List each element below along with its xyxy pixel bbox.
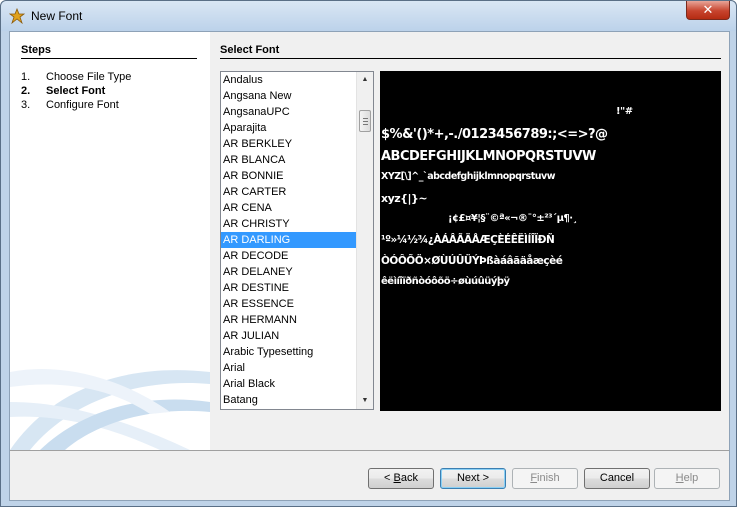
font-list-item[interactable]: Angsana New <box>221 88 373 104</box>
scroll-thumb[interactable] <box>359 110 371 132</box>
back-button[interactable]: < Back <box>368 468 434 489</box>
font-list-item[interactable]: AR DESTINE <box>221 280 373 296</box>
title-bar[interactable]: New Font ✕ <box>1 1 736 31</box>
grip-line <box>363 118 368 119</box>
font-list-item[interactable]: AR JULIAN <box>221 328 373 344</box>
back-prefix: < <box>384 472 394 484</box>
font-list-item[interactable]: AR DECODE <box>221 248 373 264</box>
step-configure-font: 3. Configure Font <box>21 99 119 111</box>
help-mnemonic: H <box>675 472 684 484</box>
font-listbox[interactable]: Andalus Angsana New AngsanaUPC Aparajita AR … <box>220 71 374 410</box>
cancel-button[interactable]: Cancel <box>584 468 650 489</box>
dialog-client-area: Steps 1. Choose File Type 2. Select Font 3… <box>9 31 730 501</box>
step-label: Select Font <box>46 85 106 97</box>
help-rest: elp <box>683 472 699 484</box>
font-list-item[interactable]: AngsanaUPC <box>221 104 373 120</box>
font-list-scrollbar[interactable]: ▲ ▼ <box>356 72 373 409</box>
heading-divider <box>220 58 721 59</box>
font-list-item[interactable]: AR CENA <box>221 200 373 216</box>
decorative-swoosh-graphic <box>10 368 210 450</box>
font-list-item[interactable]: AR BERKLEY <box>221 136 373 152</box>
close-button[interactable]: ✕ <box>686 1 730 20</box>
steps-divider <box>21 58 197 59</box>
font-list-item[interactable]: AR HERMANN <box>221 312 373 328</box>
font-list-item[interactable]: Aparajita <box>221 120 373 136</box>
step-select-font: 2. Select Font <box>21 85 105 97</box>
font-list-item[interactable]: Arabic Typesetting <box>221 344 373 360</box>
finish-button[interactable]: Finish <box>512 468 578 489</box>
step-label: Configure Font <box>46 99 119 111</box>
font-list-item[interactable]: Arial Black <box>221 376 373 392</box>
preview-line: êëìíîïðñòóôõö÷øùúûüýþÿ <box>381 276 510 287</box>
font-list-item[interactable]: Andalus <box>221 72 373 88</box>
select-font-heading: Select Font <box>220 44 280 56</box>
font-list-item[interactable]: AR DELANEY <box>221 264 373 280</box>
font-list-item[interactable]: Arial <box>221 360 373 376</box>
back-rest: ack <box>400 472 418 484</box>
font-list-item[interactable]: Batang <box>221 392 373 408</box>
preview-line: ¡¢£¤¥¦§¨©ª«¬­®¯°±²³´µ¶·¸ <box>448 213 578 224</box>
preview-line: !"# <box>616 106 633 117</box>
preview-line: ¹º»¼½¾¿ÀÁÂÃÄÅÆÇÈÉÊËÌÍÎÏÐÑ <box>381 234 555 246</box>
step-number: 2. <box>21 85 31 97</box>
font-list-item[interactable]: AR CHRISTY <box>221 216 373 232</box>
font-preview-panel: !"# $%&'()*+,-./0123456789:;<=>?@ ABCDEF… <box>380 71 721 411</box>
window-title: New Font <box>31 9 83 23</box>
button-bar-divider <box>10 450 729 451</box>
scroll-down-arrow-icon[interactable]: ▼ <box>357 393 373 409</box>
wand-icon <box>9 8 25 24</box>
grip-line <box>363 121 368 122</box>
next-button[interactable]: Next > <box>440 468 506 489</box>
scroll-up-arrow-icon[interactable]: ▲ <box>357 72 373 88</box>
step-number: 3. <box>21 99 31 111</box>
steps-title: Steps <box>21 44 51 56</box>
preview-line: ÒÓÔÕÖ×ØÙÚÛÜÝÞßàáâãäåæçèé <box>381 255 563 267</box>
grip-line <box>363 124 368 125</box>
step-number: 1. <box>21 71 31 83</box>
back-mnemonic: B <box>393 472 401 484</box>
help-button[interactable]: Help <box>654 468 720 489</box>
step-label: Choose File Type <box>46 71 132 83</box>
font-list-item[interactable]: AR ESSENCE <box>221 296 373 312</box>
new-font-dialog: New Font ✕ Steps 1. Choose File Type 2. Se… <box>0 0 737 507</box>
preview-line: XYZ[\]^_`abcdefghijklmnopqrstuvw <box>381 171 555 182</box>
font-list-item[interactable]: AR DARLING <box>221 232 373 248</box>
font-list-item[interactable]: AR BONNIE <box>221 168 373 184</box>
preview-line: ABCDEFGHIJKLMNOPQRSTUVW <box>381 149 596 164</box>
font-list-item[interactable]: AR BLANCA <box>221 152 373 168</box>
steps-panel: Steps 1. Choose File Type 2. Select Font 3… <box>10 32 210 450</box>
font-list-items: Andalus Angsana New AngsanaUPC Aparajita AR … <box>221 72 373 408</box>
font-list-item[interactable]: AR CARTER <box>221 184 373 200</box>
preview-line: $%&'()*+,-./0123456789:;<=>?@ <box>381 127 608 142</box>
step-choose-file-type: 1. Choose File Type <box>21 71 131 83</box>
finish-rest: inish <box>537 472 560 484</box>
preview-line: xyz{|}~ <box>381 192 428 205</box>
